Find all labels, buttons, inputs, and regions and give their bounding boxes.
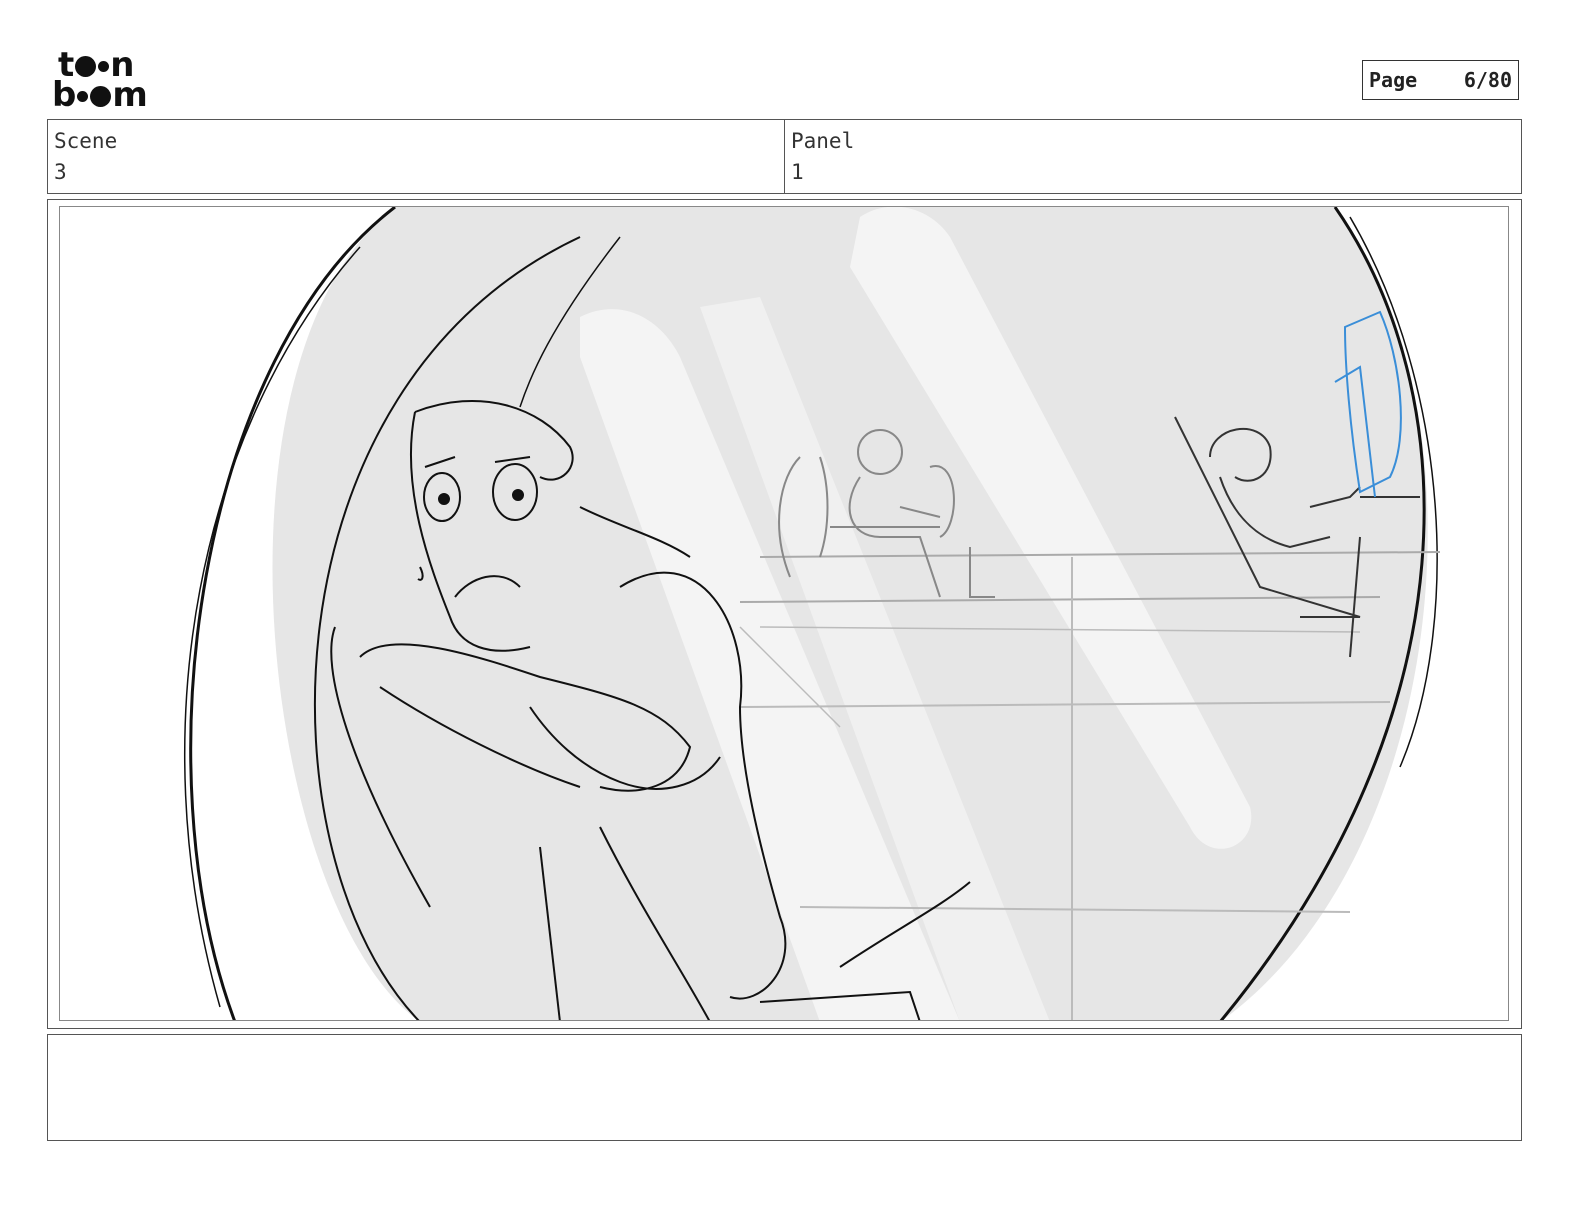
page-label: Page [1369, 68, 1418, 92]
logo-dot [90, 86, 112, 107]
logo-letter-b: b [52, 75, 77, 115]
panel-value: 1 [791, 160, 804, 184]
scene-label: Scene [54, 129, 118, 153]
scene-value: 3 [54, 160, 67, 184]
scene-panel-info: Scene 3 Panel 1 [47, 119, 1522, 194]
sketch-illustration [184, 207, 1441, 1020]
storyboard-drawing [59, 206, 1509, 1021]
toonboom-logo: t n b m [52, 48, 164, 115]
logo-letter-m: m [112, 75, 148, 115]
page-indicator: Page 6/80 [1362, 60, 1519, 100]
logo-dot [75, 56, 97, 77]
logo-dot [77, 91, 89, 102]
logo-dot [98, 61, 110, 72]
panel-label: Panel [791, 129, 855, 153]
page-number: 6/80 [1463, 68, 1512, 92]
notes-area [47, 1034, 1522, 1141]
scene-cell: Scene 3 [48, 120, 784, 193]
panel-cell: Panel 1 [784, 120, 1521, 193]
